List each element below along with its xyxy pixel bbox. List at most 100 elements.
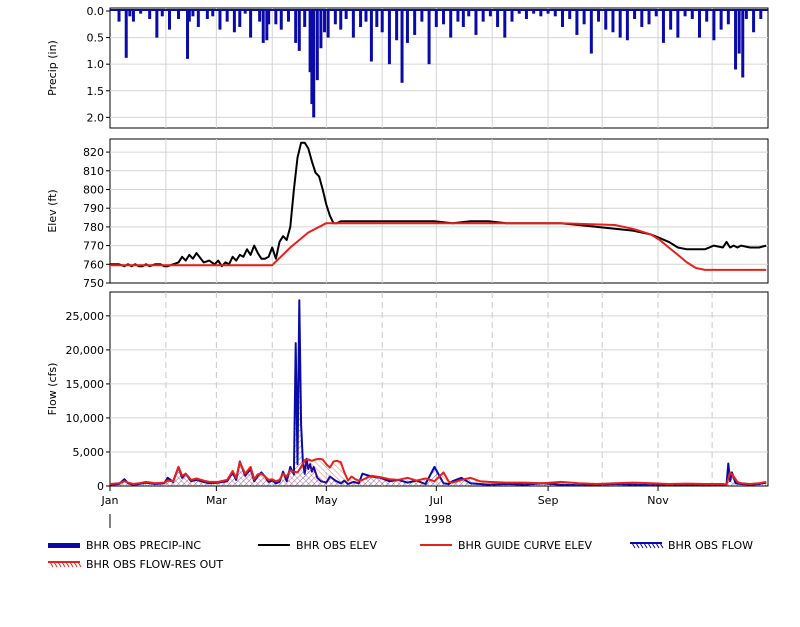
- flow-plot-frame: [109, 291, 769, 487]
- flow-panel: 0 5,000 10,000 15,000 20,000 25,000 Flow (cfs…: [46, 291, 769, 493]
- precip-bar: [618, 9, 622, 38]
- precip-bar: [575, 9, 579, 35]
- precip-bar: [395, 9, 399, 41]
- y-tick-label: 25,000: [66, 310, 105, 323]
- y-tick-label: 5,000: [73, 446, 105, 459]
- precip-bar: [232, 9, 236, 33]
- x-tick-label: May: [315, 494, 338, 507]
- precip-bar: [697, 9, 701, 38]
- precip-bar: [369, 9, 373, 62]
- precip-bar: [315, 9, 319, 81]
- y-tick-label: 1.0: [87, 58, 105, 71]
- precip-bar: [333, 9, 337, 25]
- precip-bar: [323, 9, 327, 33]
- y-tick-label: 2.0: [87, 111, 105, 124]
- x-tick-label: Sep: [538, 494, 559, 507]
- precip-bar: [676, 9, 680, 38]
- y-tick-label: 0.0: [87, 5, 105, 18]
- precip-bar: [611, 9, 615, 33]
- y-tick-label: 820: [83, 146, 104, 159]
- y-tick-label: 800: [83, 183, 104, 196]
- precip-bar: [434, 9, 438, 27]
- precip-bar: [741, 9, 745, 78]
- precip-bar: [442, 9, 446, 25]
- precip-bar: [461, 9, 465, 27]
- precip-bar: [297, 9, 301, 51]
- precip-bar: [303, 9, 307, 27]
- precip-bar: [661, 9, 665, 43]
- y-tick-label: 780: [83, 221, 104, 234]
- precip-bar: [589, 9, 593, 54]
- precip-bar: [669, 9, 673, 30]
- precip-bar: [496, 9, 500, 27]
- precip-bar: [427, 9, 431, 65]
- precip-bar: [719, 9, 723, 30]
- precip-bar: [124, 9, 128, 58]
- precip-bar: [267, 9, 271, 25]
- legend-label: BHR OBS PRECIP-INC: [86, 539, 201, 552]
- legend-swatch: [48, 561, 82, 568]
- precip-y-axis-label: Precip (in): [46, 40, 59, 96]
- precip-bar: [413, 9, 417, 35]
- precip-bar: [752, 9, 756, 33]
- precip-bar: [312, 9, 316, 118]
- precip-bar: [380, 9, 384, 33]
- precip-bar: [640, 9, 644, 27]
- precip-bar: [155, 9, 159, 38]
- precip-bar: [294, 9, 298, 43]
- precip-panel: 0.0 0.5 1.0 1.5 2.0 Precip (in): [46, 5, 769, 129]
- precip-bar: [238, 9, 242, 27]
- legend-label: BHR OBS ELEV: [296, 539, 377, 552]
- y-tick-label: 770: [83, 240, 104, 253]
- precip-bar: [726, 9, 730, 25]
- precip-bar: [712, 9, 716, 41]
- legend-swatch: [630, 542, 664, 549]
- precip-bar: [647, 9, 651, 25]
- elevation-panel: 750 760 770 780 790 800 810 820 Elev (ft): [46, 138, 769, 290]
- x-tick-label: Mar: [206, 494, 227, 507]
- legend-label: BHR OBS FLOW: [668, 539, 753, 552]
- precip-bar: [582, 9, 586, 25]
- precip-bar: [474, 9, 478, 35]
- precip-bar: [449, 9, 453, 38]
- y-tick-label: 810: [83, 165, 104, 178]
- legend-label: BHR OBS FLOW-RES OUT: [86, 558, 223, 571]
- x-tick-label: Jul: [429, 494, 443, 507]
- precip-bar: [560, 9, 564, 27]
- precip-bar: [351, 9, 355, 38]
- precip-bar: [737, 9, 741, 54]
- elevation-y-ticks: 750 760 770 780 790 800 810 820: [83, 146, 110, 290]
- precip-bar: [274, 9, 278, 25]
- chart-legend: BHR OBS PRECIP-INC BHR OBS ELEV BHR GUIDE …: [48, 539, 753, 571]
- precip-bar: [326, 9, 330, 38]
- precip-bar: [167, 9, 171, 30]
- y-tick-label: 790: [83, 202, 104, 215]
- x-axis: Jan Mar May Jul Sep Nov: [101, 486, 669, 507]
- precip-bar: [387, 9, 391, 65]
- precip-bar: [249, 9, 253, 38]
- flow-y-axis-label: Flow (cfs): [46, 363, 59, 416]
- y-tick-label: 20,000: [66, 344, 105, 357]
- precip-bar: [359, 9, 363, 27]
- y-tick-label: 1.5: [87, 85, 105, 98]
- precip-bar: [604, 9, 608, 30]
- precip-bar: [625, 9, 629, 41]
- y-tick-label: 750: [83, 277, 104, 290]
- x-axis-year-label: 1998: [424, 513, 452, 526]
- precip-bar: [405, 9, 409, 43]
- legend-label: BHR GUIDE CURVE ELEV: [458, 539, 592, 552]
- legend-swatch: [48, 543, 80, 548]
- y-tick-label: 760: [83, 258, 104, 271]
- precip-bar: [279, 9, 283, 30]
- x-tick-label: Nov: [647, 494, 669, 507]
- y-tick-label: 0.5: [87, 32, 105, 45]
- precip-bar: [375, 9, 379, 27]
- y-tick-label: 10,000: [66, 412, 105, 425]
- precip-y-ticks: 0.0 0.5 1.0 1.5 2.0: [87, 5, 110, 124]
- precip-bar: [503, 9, 507, 38]
- precip-bar: [218, 9, 222, 30]
- y-tick-label: 15,000: [66, 378, 105, 391]
- flow-y-ticks: 0 5,000 10,000 15,000 20,000 25,000: [66, 310, 110, 493]
- precip-bar: [196, 9, 200, 27]
- y-tick-label: 0: [97, 480, 104, 493]
